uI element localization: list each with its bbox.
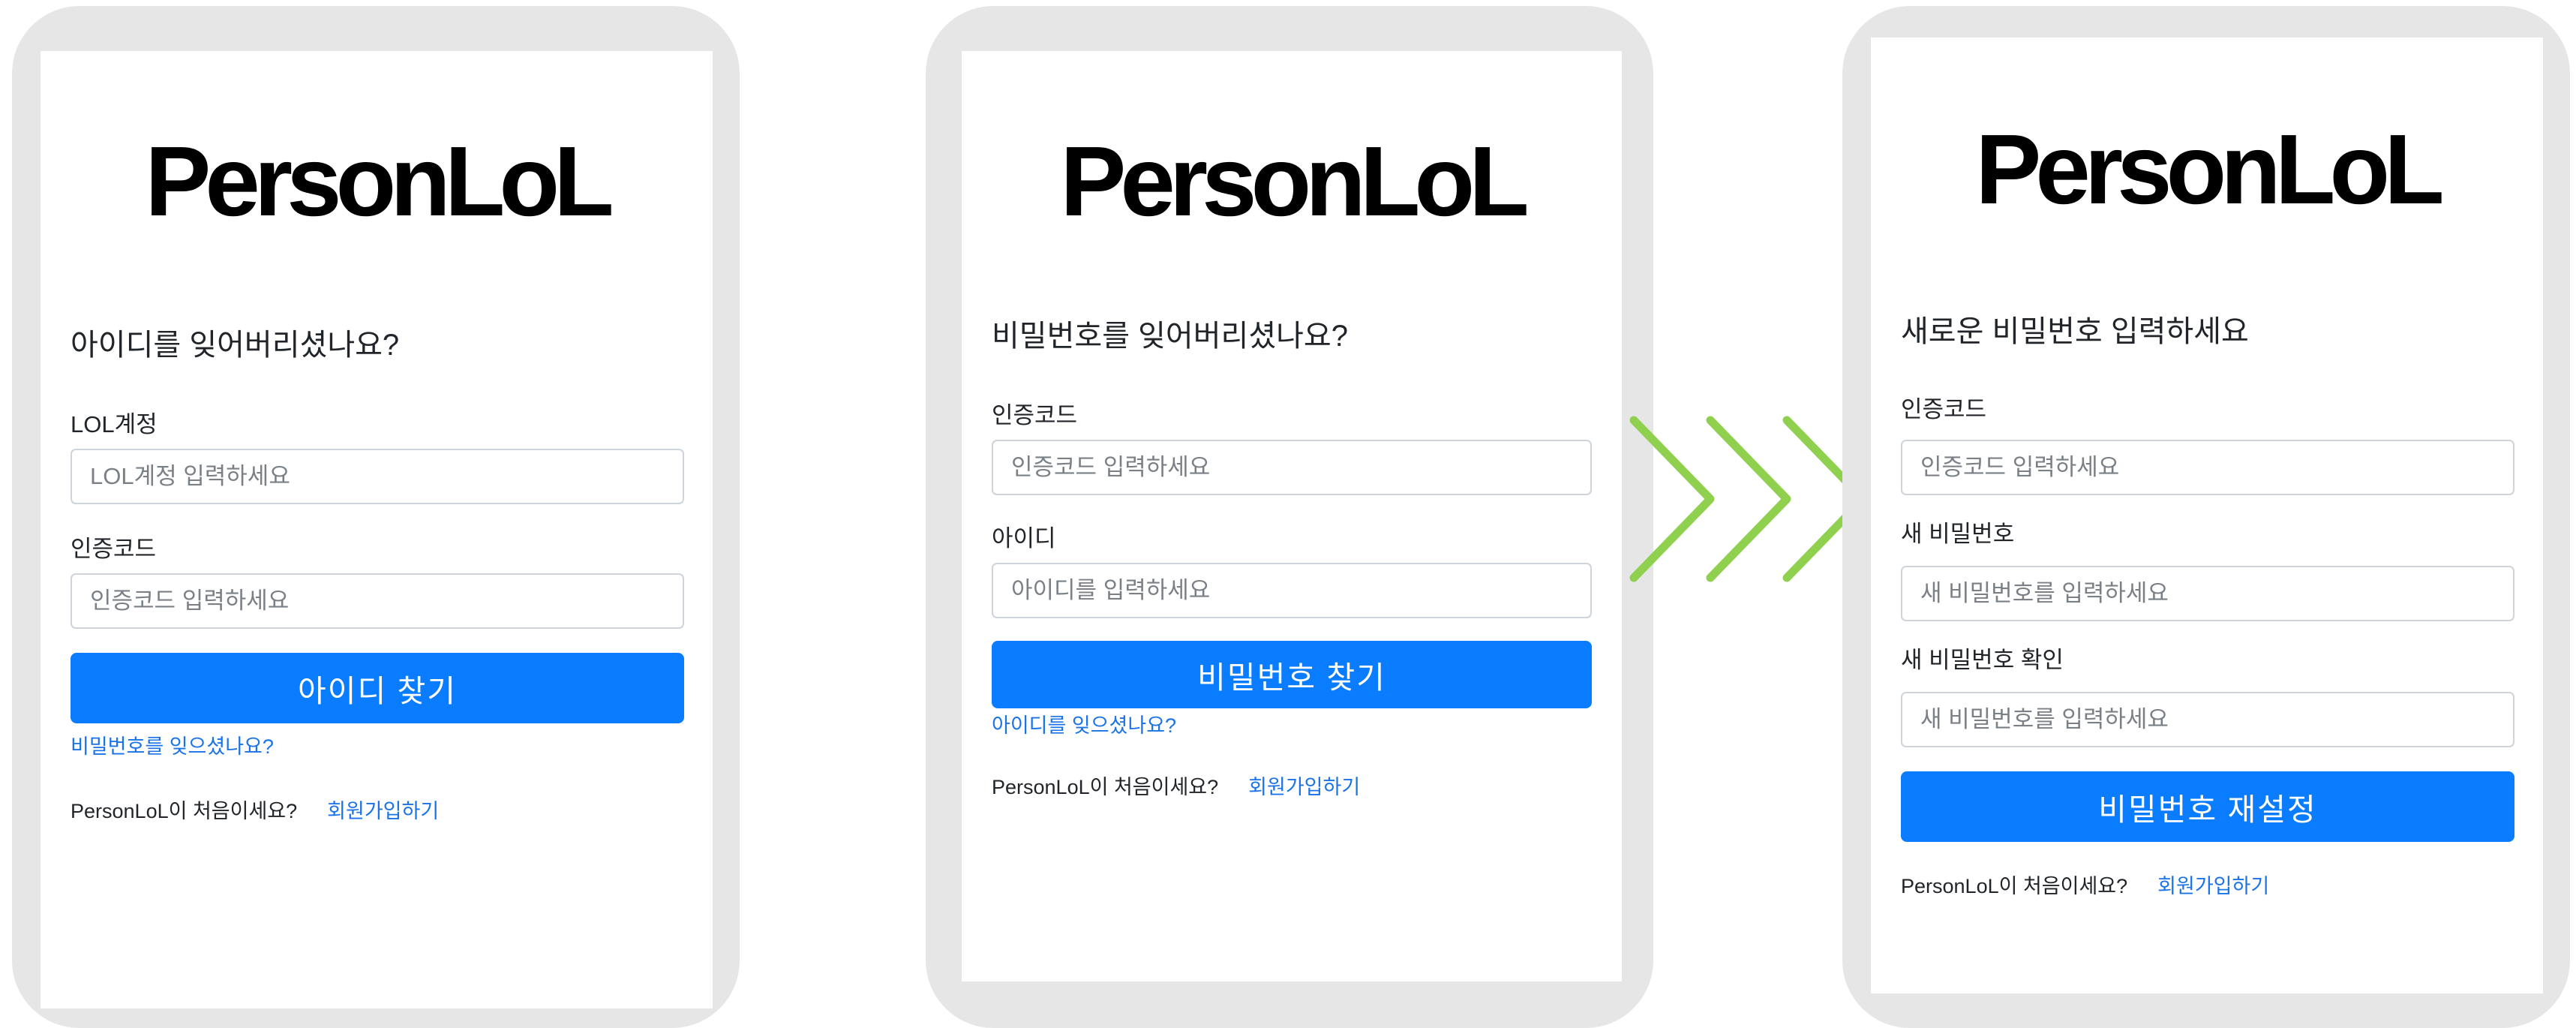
reset-password-title: 새로운 비밀번호 입력하세요: [1901, 315, 2249, 348]
signup-row: PersonLoL이 처음이세요? 회원가입하기: [71, 801, 439, 822]
signup-row: PersonLoL이 처음이세요? 회원가입하기: [1901, 876, 2269, 897]
id-input[interactable]: [992, 563, 1592, 618]
new-password-input[interactable]: [1901, 566, 2514, 621]
new-user-text: PersonLoL이 처음이세요?: [71, 800, 298, 822]
find-id-card: PersonLoL 아이디를 잊어버리셨나요? LOL계정 인증코드 아이디 찾…: [41, 51, 713, 1008]
find-password-button[interactable]: 비밀번호 찾기: [992, 641, 1592, 708]
code-input[interactable]: [71, 573, 684, 629]
signup-row: PersonLoL이 처음이세요? 회원가입하기: [992, 777, 1360, 798]
brand-logo: PersonLoL: [1060, 126, 1529, 236]
confirm-password-label: 새 비밀번호 확인: [1901, 647, 2064, 673]
confirm-password-input[interactable]: [1901, 692, 2514, 747]
brand-logo: PersonLoL: [1975, 114, 2444, 224]
signup-link[interactable]: 회원가입하기: [2157, 875, 2269, 897]
code-input[interactable]: [1901, 440, 2514, 495]
new-password-label: 새 비밀번호: [1901, 521, 2015, 547]
code-input[interactable]: [992, 440, 1592, 495]
forgot-password-link[interactable]: 비밀번호를 잊으셨나요?: [71, 737, 274, 757]
new-user-text: PersonLoL이 처음이세요?: [1901, 875, 2128, 897]
find-id-title: 아이디를 잊어버리셨나요?: [71, 329, 400, 362]
code-label: 인증코드: [992, 402, 1078, 428]
find-password-title: 비밀번호를 잊어버리셨나요?: [992, 320, 1348, 353]
forgot-id-link[interactable]: 아이디를 잊으셨나요?: [992, 716, 1176, 736]
find-password-card: PersonLoL 비밀번호를 잊어버리셨나요? 인증코드 아이디 비밀번호 찾…: [962, 51, 1622, 981]
find-password-panel-frame: PersonLoL 비밀번호를 잊어버리셨나요? 인증코드 아이디 비밀번호 찾…: [926, 6, 1653, 1028]
signup-link[interactable]: 회원가입하기: [1248, 776, 1360, 798]
new-user-text: PersonLoL이 처음이세요?: [992, 776, 1219, 798]
code-label: 인증코드: [71, 536, 157, 562]
account-label: LOL계정: [71, 411, 158, 437]
triple-chevron-right-icon: [1628, 414, 1875, 588]
code-label: 인증코드: [1901, 396, 1987, 422]
id-label: 아이디: [992, 525, 1056, 552]
find-id-panel-frame: PersonLoL 아이디를 잊어버리셨나요? LOL계정 인증코드 아이디 찾…: [12, 6, 740, 1028]
brand-logo: PersonLoL: [145, 126, 614, 236]
reset-password-button[interactable]: 비밀번호 재설정: [1901, 771, 2514, 842]
account-input[interactable]: [71, 449, 684, 504]
find-id-button[interactable]: 아이디 찾기: [71, 653, 684, 723]
signup-link[interactable]: 회원가입하기: [327, 800, 439, 822]
reset-password-panel-frame: PersonLoL 새로운 비밀번호 입력하세요 인증코드 새 비밀번호 새 비…: [1842, 6, 2570, 1028]
reset-password-card: PersonLoL 새로운 비밀번호 입력하세요 인증코드 새 비밀번호 새 비…: [1871, 38, 2543, 993]
